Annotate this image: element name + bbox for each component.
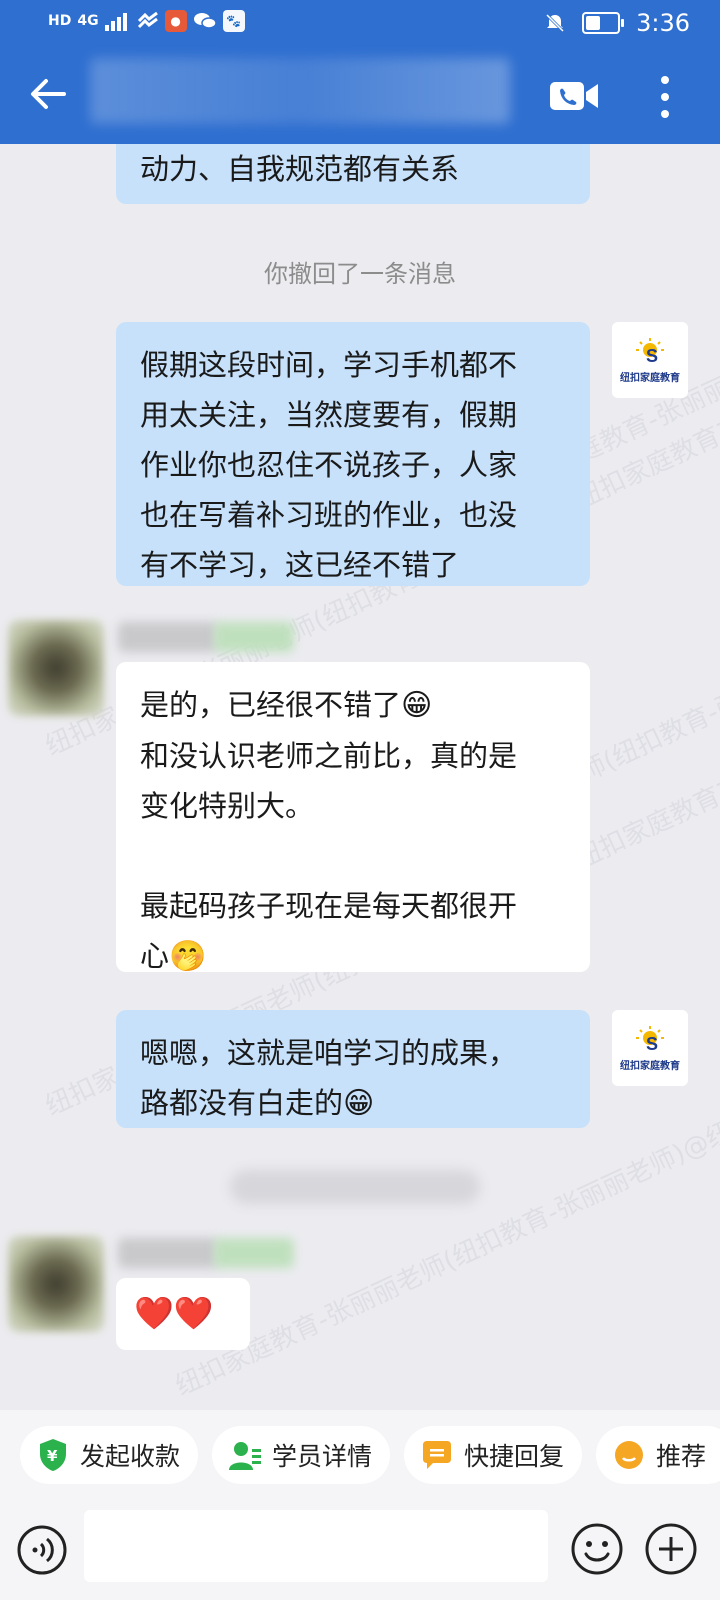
thinking-emoji: 🤭	[169, 939, 207, 974]
voice-icon[interactable]	[16, 1524, 68, 1576]
svg-text:¥: ¥	[47, 1447, 58, 1465]
mute-bell-icon	[546, 13, 565, 33]
brand-logo-text: 纽扣家庭教育	[620, 372, 680, 384]
battery-icon	[582, 12, 625, 34]
hd-indicator: HD	[48, 13, 72, 29]
app-badge-icon: ●	[164, 10, 187, 32]
contact-title-blurred	[90, 58, 510, 124]
video-call-icon[interactable]	[548, 74, 600, 118]
quick-action-label: 学员详情	[272, 1442, 373, 1471]
sender-name-blurred	[118, 1238, 218, 1268]
message-bubble-outgoing[interactable]: 动力、自我规范都有关系	[116, 144, 590, 204]
status-clock: 3:36	[636, 9, 690, 37]
quick-action-recommend[interactable]: 推荐	[596, 1426, 720, 1484]
message-text: 嗯嗯，这就是咱学习的成果， 路都没有白走的	[140, 1036, 518, 1120]
quick-action-reply[interactable]: 快捷回复	[404, 1426, 583, 1484]
more-vertical-icon[interactable]	[650, 72, 680, 122]
status-bar: HD 4G ● 🐾 3:36	[0, 0, 720, 48]
input-bar	[0, 1500, 720, 1600]
grin-emoji: 😁	[343, 1086, 375, 1121]
app-header: HD 4G ● 🐾 3:36	[0, 0, 720, 144]
quick-action-student[interactable]: 学员详情	[212, 1426, 391, 1484]
system-notice-blurred	[230, 1170, 480, 1204]
teacher-avatar[interactable]: S 纽扣家庭教育	[612, 1010, 688, 1086]
message-bubble-outgoing[interactable]: 嗯嗯，这就是咱学习的成果， 路都没有白走的😁	[116, 1010, 590, 1128]
emoji-icon[interactable]	[570, 1522, 624, 1576]
brand-logo-icon: S	[636, 337, 664, 366]
brand-logo-icon: S	[636, 1025, 664, 1054]
battery-level	[586, 16, 601, 30]
svg-text:S: S	[646, 1034, 658, 1054]
message-text: 是的，已经很不错了	[140, 688, 402, 722]
quick-action-bar: ¥ 发起收款 学员详情 快捷回复 推荐	[0, 1410, 720, 1500]
baidu-icon: 🐾	[222, 10, 245, 32]
svg-text:S: S	[646, 346, 658, 366]
quick-action-payment[interactable]: ¥ 发起收款	[20, 1426, 199, 1484]
recall-notice: 你撤回了一条消息	[264, 260, 456, 288]
quick-action-label: 推荐	[656, 1442, 707, 1471]
status-left: HD 4G ● 🐾	[48, 10, 245, 32]
student-profile-icon	[229, 1442, 261, 1470]
grin-emoji: 😁	[401, 688, 433, 723]
parent-avatar[interactable]	[8, 620, 104, 716]
plus-icon[interactable]	[644, 1522, 698, 1576]
wechat-icon	[193, 13, 217, 29]
sender-name-blurred	[118, 622, 218, 652]
message-text: 和没认识老师之前比，真的是 变化特别大。 最起码孩子现在是每天都很开 心	[140, 739, 518, 973]
message-bubble-outgoing[interactable]: 假期这段时间，学习手机都不 用太关注，当然度要有，假期 作业你也忍住不说孩子，人…	[116, 322, 590, 586]
brand-logo-text: 纽扣家庭教育	[620, 1060, 680, 1072]
sender-tag-blurred	[214, 1238, 294, 1268]
status-right: 3:36	[544, 9, 690, 37]
arrow-left-icon[interactable]	[24, 70, 72, 118]
message-bubble-incoming[interactable]: 是的，已经很不错了😁 和没认识老师之前比，真的是 变化特别大。 最起码孩子现在是…	[116, 662, 590, 974]
message-bubble-incoming[interactable]: ❤️❤️	[116, 1278, 250, 1350]
payment-shield-icon: ¥	[40, 1439, 66, 1471]
recommend-icon	[615, 1441, 643, 1469]
app-notification-icon	[137, 11, 158, 29]
parent-avatar[interactable]	[8, 1236, 104, 1332]
network-indicator: 4G	[77, 13, 99, 29]
quick-action-label: 发起收款	[80, 1442, 181, 1471]
sender-tag-blurred	[214, 622, 294, 652]
message-input[interactable]	[84, 1510, 548, 1582]
quick-reply-icon	[423, 1441, 451, 1469]
title-bar	[0, 48, 720, 144]
chat-area[interactable]: 纽扣家庭教育-张丽丽老师(纽扣教育-张丽丽老师)@纽扣家庭教育71 纽扣家庭教育…	[0, 144, 720, 1410]
quick-action-label: 快捷回复	[464, 1442, 565, 1471]
teacher-avatar[interactable]: S 纽扣家庭教育	[612, 322, 688, 398]
signal-icon	[104, 13, 127, 31]
